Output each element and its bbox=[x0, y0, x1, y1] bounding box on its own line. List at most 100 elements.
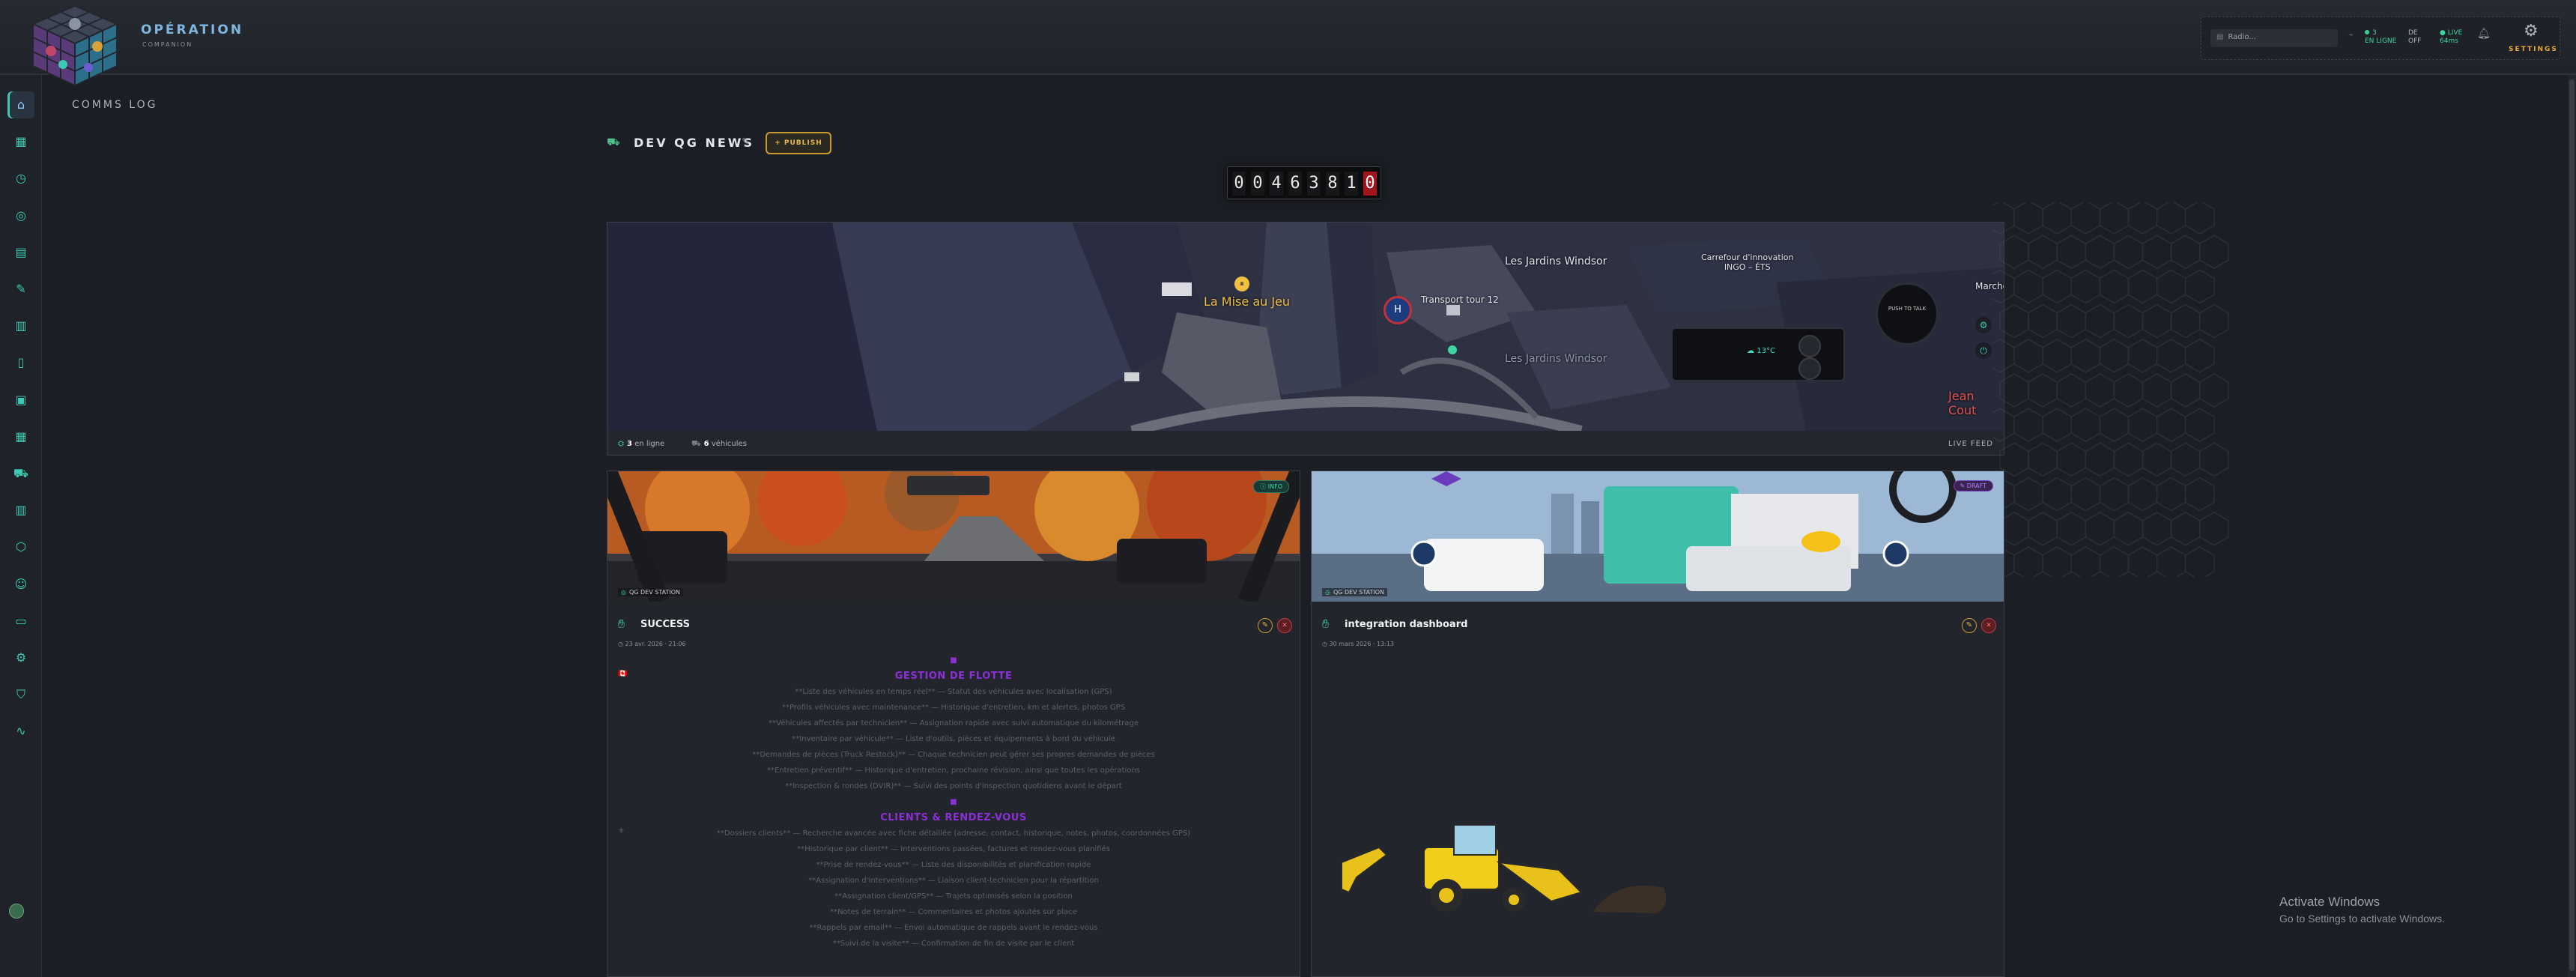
map-label-mise-au-jeu[interactable]: La Mise au Jeu bbox=[1204, 294, 1290, 309]
live-label: LIVE bbox=[2447, 29, 2463, 37]
sidebar-item-target[interactable]: ◎ bbox=[7, 202, 34, 229]
map-vehicles-value: 6 bbox=[703, 440, 709, 448]
section-divider-icon: ■ bbox=[950, 656, 957, 665]
map-label-jardins[interactable]: Les Jardins Windsor bbox=[1505, 255, 1607, 267]
carrefour-line1: Carrefour d'innovation bbox=[1701, 252, 1794, 262]
scrollbar-thumb[interactable] bbox=[2569, 79, 2575, 971]
post-date-value: 23 avr. 2026 · 21:06 bbox=[625, 641, 686, 647]
publish-button[interactable]: + PUBLISH bbox=[766, 132, 831, 154]
post-line: **Historique par client** — Intervention… bbox=[797, 845, 1110, 853]
sidebar-item-history[interactable]: ◷ bbox=[7, 165, 34, 192]
hand-icon: ✋︎ bbox=[1322, 617, 1330, 631]
delete-post-button[interactable]: ✕ bbox=[1277, 618, 1292, 633]
post-source: QG DEV STATION bbox=[628, 589, 680, 596]
counter-digit: 3 bbox=[1307, 172, 1321, 196]
map-view[interactable]: La Mise au Jeu ⏸ H Les Jardins Windsor L… bbox=[607, 223, 2004, 431]
post-body: ■ 🇨🇦 GESTION DE FLOTTE **Liste des véhic… bbox=[607, 653, 1300, 952]
map-label-jardins-2[interactable]: Les Jardins Windsor bbox=[1505, 353, 1607, 365]
post-date-value: 30 mars 2026 · 13:13 bbox=[1329, 641, 1394, 647]
flag-canada-icon: 🇨🇦 bbox=[618, 670, 628, 678]
map-label-carrefour[interactable]: Carrefour d'innovation INGO – ÉTS bbox=[1701, 252, 1793, 272]
post-source-tag: ◎ QG DEV STATION bbox=[618, 588, 683, 596]
power-icon[interactable]: ⏻ bbox=[1975, 342, 1992, 359]
hand-icon: ✋︎ bbox=[618, 617, 625, 631]
channel-knob[interactable] bbox=[1798, 357, 1821, 380]
truck-icon: ⛟ bbox=[691, 440, 701, 448]
document-icon: ▯ bbox=[17, 355, 25, 370]
counter-digit: 0 bbox=[1251, 172, 1264, 196]
map-pin-icon[interactable]: ⏸ bbox=[1234, 276, 1249, 291]
fleet-lines: **Liste des véhicules en temps réel** — … bbox=[607, 684, 1300, 794]
edit-title-icon[interactable]: ✎ bbox=[742, 136, 750, 148]
post-badge-label: DRAFT bbox=[1966, 483, 1986, 489]
post-line: **Assignation client/GPS** — Trajets opt… bbox=[834, 892, 1073, 901]
post-draft-badge: ✎ DRAFT bbox=[1953, 480, 1993, 491]
sidebar-item-analytics[interactable]: ∿ bbox=[7, 718, 34, 745]
rubiks-cube-logo[interactable] bbox=[28, 1, 121, 88]
volume-knob[interactable] bbox=[1798, 335, 1821, 357]
sidebar-item-home[interactable]: ⌂ bbox=[7, 91, 34, 118]
sidebar-item-contacts[interactable]: ▣ bbox=[7, 387, 34, 414]
autumn-road-illustration bbox=[607, 471, 1300, 602]
section-title-clients: CLIENTS & RENDEZ-VOUS bbox=[880, 812, 1027, 823]
sidebar-item-document[interactable]: ▯ bbox=[7, 349, 34, 376]
sidebar-item-building[interactable]: ▥ bbox=[7, 497, 34, 524]
push-to-talk-handset[interactable]: PUSH TO TALK bbox=[1876, 282, 1939, 345]
gear-icon[interactable]: ⚙ bbox=[2524, 22, 2539, 40]
temperature-readout: ☁ 13°C bbox=[1747, 347, 1775, 355]
delete-post-button[interactable]: ✕ bbox=[1981, 618, 1996, 633]
truck-icon: ⛟ bbox=[13, 466, 29, 480]
map-online-count: ⛭ 3 en ligne bbox=[618, 440, 664, 448]
counter-digit: 8 bbox=[1326, 172, 1339, 196]
counter-digit: 0 bbox=[1232, 172, 1246, 196]
sidebar-item-chat[interactable]: ▭ bbox=[7, 608, 34, 635]
bell-icon[interactable]: 🔔︎ bbox=[2477, 28, 2491, 40]
sidebar-item-dashboard[interactable]: ▦ bbox=[7, 128, 34, 155]
map-label-transport[interactable]: Transport tour 12 bbox=[1421, 294, 1499, 305]
section-divider-icon: ■ bbox=[950, 798, 957, 806]
team-logo-pin-icon[interactable]: H bbox=[1384, 296, 1412, 324]
settings-button[interactable]: SETTINGS bbox=[2509, 46, 2558, 53]
counter-digit: 6 bbox=[1288, 172, 1302, 196]
post-date: ◷ 30 mars 2026 · 13:13 bbox=[1322, 641, 1394, 647]
sidebar-item-clipboard[interactable]: ▤ bbox=[7, 239, 34, 266]
duty-toggle[interactable]: DE OFF bbox=[2408, 29, 2421, 46]
odometer-counter: 00463810 bbox=[1227, 166, 1381, 199]
calendar-icon: ▦ bbox=[15, 429, 27, 444]
sidebar-item-package[interactable]: ⬡ bbox=[7, 533, 34, 560]
post-title: integration dashboard bbox=[1345, 619, 1468, 630]
sidebar-item-settings[interactable]: ⚙ bbox=[7, 644, 34, 671]
sidebar-item-truck[interactable]: ⛟ bbox=[7, 460, 34, 487]
sidebar-item-calendar[interactable]: ▦ bbox=[7, 423, 34, 450]
live-feed-label: LIVE FEED bbox=[1948, 440, 1993, 448]
backhoe-illustration bbox=[1341, 824, 1667, 913]
map-online-value: 3 bbox=[627, 440, 632, 448]
client-lines: **Dossiers clients** — Recherche avancée… bbox=[607, 826, 1300, 952]
edit-post-button[interactable]: ✎ bbox=[1258, 618, 1273, 633]
sidebar-item-map[interactable]: ▥ bbox=[7, 312, 34, 339]
sidebar-item-shield[interactable]: ⛉ bbox=[7, 681, 34, 708]
edit-post-button[interactable]: ✎ bbox=[1962, 618, 1977, 633]
post-banner-autumn: ◎ QG DEV STATION ⓘ INFO bbox=[607, 471, 1300, 602]
station-icon: ◎ bbox=[621, 589, 626, 596]
post-line: **Rappels par email** — Envoi automatiqu… bbox=[809, 924, 1098, 932]
post-line: **Prise de rendez-vous** — Liste des dis… bbox=[816, 861, 1091, 869]
radio-select[interactable]: ▤ Radio... bbox=[2210, 29, 2338, 47]
carrefour-line2: INGO – ÉTS bbox=[1724, 262, 1771, 272]
sidebar-item-wrench[interactable]: ✎ bbox=[7, 276, 34, 303]
microphone-icon[interactable]: ⌁ bbox=[2348, 29, 2354, 40]
post-date: ◷ 23 avr. 2026 · 21:06 bbox=[618, 641, 686, 647]
windows-activation-subtitle: Go to Settings to activate Windows. bbox=[2279, 913, 2445, 925]
user-avatar[interactable] bbox=[9, 904, 24, 919]
post-banner-fleet: ◎ QG DEV STATION ✎ DRAFT bbox=[1312, 471, 2004, 602]
package-icon: ⬡ bbox=[16, 539, 26, 554]
counter-digit: 1 bbox=[1345, 172, 1358, 196]
post-line: **Profils véhicules avec maintenance** —… bbox=[781, 704, 1126, 712]
sidebar: ⌂ ▦ ◷ ◎ ▤ ✎ ▥ ▯ ▣ ▦ ⛟ ▥ ⬡ ☺ ▭ ⚙ ⛉ ∿ bbox=[0, 75, 42, 977]
news-title: DEV QG NEWS bbox=[634, 136, 754, 150]
live-latency: ● LIVE 64ms bbox=[2440, 29, 2463, 45]
fleet-trucks-illustration bbox=[1312, 471, 2004, 602]
sidebar-item-users[interactable]: ☺ bbox=[7, 571, 34, 598]
map-settings-icon[interactable]: ⚙ bbox=[1975, 317, 1992, 333]
radio-widget[interactable]: ☁ 13°C bbox=[1671, 327, 1845, 381]
